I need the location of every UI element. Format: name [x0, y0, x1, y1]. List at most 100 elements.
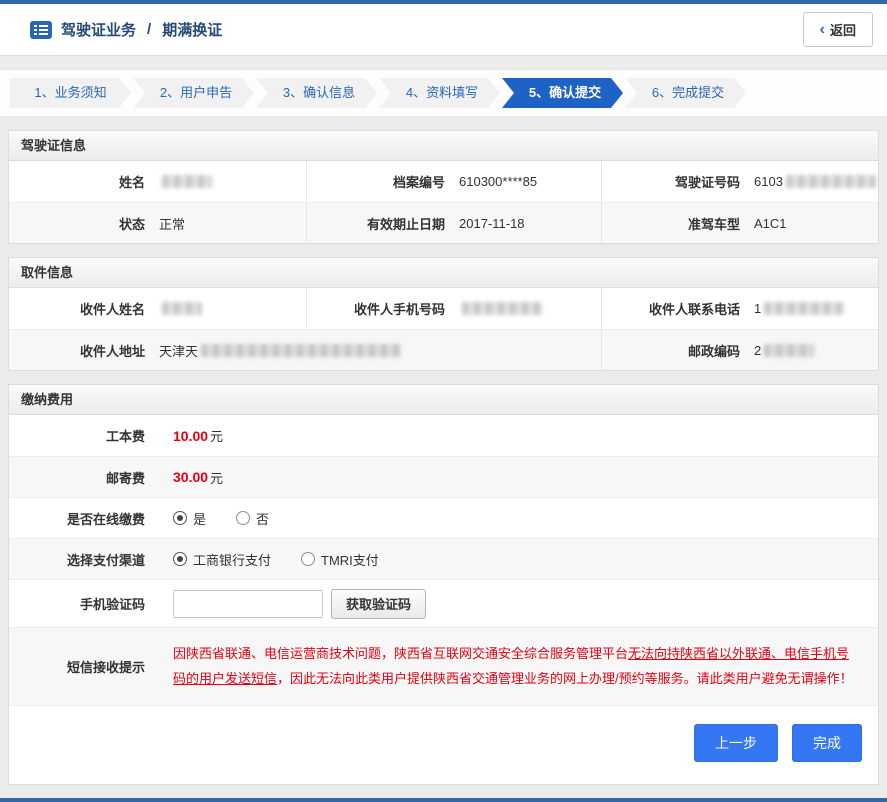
pay-online-row: 是否在线缴费 是 否	[9, 497, 878, 538]
mailing-fee-label: 邮寄费	[105, 470, 145, 486]
back-chevron-icon: ‹	[819, 20, 825, 38]
back-button-label: 返回	[829, 23, 856, 38]
pay-online-options: 是 否	[159, 498, 878, 538]
step-confirm-info: 3、确认信息	[256, 78, 377, 108]
mailing-fee-amount: 30.00	[173, 469, 209, 485]
table-row: 收件人地址 天津天 邮政编码 2	[9, 329, 878, 370]
recipient-name-label: 收件人姓名	[79, 302, 145, 317]
sms-code-input[interactable]	[173, 589, 323, 618]
sms-notice-text: 因陕西省联通、电信运营商技术问题，陕西省互联网交通安全综合服务管理平台无法向持陕…	[159, 628, 878, 705]
radio-unchecked-icon	[301, 552, 316, 566]
channel-icbc-label: 工商银行支付	[193, 552, 272, 568]
redacted-blur	[462, 302, 542, 315]
production-fee-label: 工本费	[105, 429, 145, 444]
postcode-value: 2	[754, 330, 878, 370]
finish-button[interactable]: 完成	[792, 724, 862, 763]
radio-checked-icon	[173, 552, 187, 566]
expiry-value: 2017-11-18	[459, 203, 602, 243]
file-number-label: 档案编号	[392, 175, 445, 190]
currency-unit: 元	[210, 470, 224, 486]
previous-step-button[interactable]: 上一步	[694, 724, 778, 763]
production-fee-amount: 10.00	[173, 427, 209, 444]
step-user-declaration: 2、用户申告	[133, 78, 254, 108]
address-prefix: 天津天	[159, 343, 199, 359]
recipient-phone-value: 1	[754, 288, 878, 329]
title-text: 驾驶证业务	[61, 22, 137, 39]
pay-online-yes-radio[interactable]: 是	[173, 509, 206, 528]
title-separator: /	[147, 21, 152, 38]
postcode-label: 邮政编码	[687, 343, 740, 359]
payment-channel-options: 工商银行支付 TMRI支付	[159, 539, 878, 579]
radio-checked-icon	[173, 511, 187, 525]
fees-section: 缴纳费用 工本费 10.00 元 邮寄费 30.00 元 是否在线缴费 是 否 …	[8, 384, 879, 786]
payment-channel-label: 选择支付渠道	[66, 552, 145, 568]
postcode-prefix: 2	[754, 342, 762, 358]
step-data-entry: 4、资料填写	[379, 78, 500, 108]
status-label: 状态	[118, 216, 145, 232]
address-label: 收件人地址	[79, 343, 145, 359]
subtitle-text: 期满换证	[162, 22, 223, 39]
redacted-blur	[162, 302, 202, 315]
recipient-phone-label: 收件人联系电话	[648, 302, 740, 317]
table-row: 收件人姓名 收件人手机号码 收件人联系电话 1	[9, 288, 878, 329]
license-business-icon	[30, 20, 52, 39]
vehicle-class-value: A1C1	[754, 215, 787, 231]
footer-actions: 上一步 完成	[9, 705, 878, 784]
table-row: 状态 正常 有效期止日期 2017-11-18 准驾车型 A1C1	[9, 202, 878, 243]
address-value: 天津天	[159, 330, 602, 370]
vehicle-class-label: 准驾车型	[687, 216, 740, 232]
production-fee-value: 10.00 元	[159, 415, 878, 456]
production-fee-row: 工本费 10.00 元	[9, 415, 878, 456]
header: 驾驶证业务 / 期满换证 ‹ 返回	[0, 4, 887, 56]
pickup-info-table: 收件人姓名 收件人手机号码 收件人联系电话 1 收件人地址 天津天 邮政编码 2	[9, 288, 878, 370]
payment-channel-row: 选择支付渠道 工商银行支付 TMRI支付	[9, 538, 878, 579]
pay-online-no-radio[interactable]: 否	[236, 509, 269, 528]
redacted-blur	[764, 302, 845, 315]
sms-notice-label: 短信接收提示	[66, 660, 145, 676]
recipient-mobile-label: 收件人手机号码	[353, 302, 445, 317]
license-number-prefix: 6103	[754, 174, 783, 189]
name-value	[159, 161, 307, 202]
step-complete-submit: 6、完成提交	[625, 78, 746, 108]
page-title: 驾驶证业务 / 期满换证	[30, 19, 222, 40]
pickup-info-section-title: 取件信息	[9, 258, 878, 288]
file-number-value: 610300****85	[459, 161, 602, 202]
notice-paragraph: 因陕西省联通、电信运营商技术问题，陕西省互联网交通安全综合服务管理平台无法向持陕…	[173, 632, 878, 701]
channel-tmri-radio[interactable]: TMRI支付	[301, 550, 379, 569]
channel-tmri-label: TMRI支付	[321, 552, 379, 568]
pay-online-no-label: 否	[256, 511, 270, 527]
redacted-blur	[764, 343, 815, 357]
get-code-button[interactable]: 获取验证码	[331, 588, 427, 619]
mailing-fee-row: 邮寄费 30.00 元	[9, 456, 878, 497]
sms-code-row: 手机验证码 获取验证码	[9, 579, 878, 627]
notice-pre: 因陕西省联通、电信运营商技术问题，陕西省互联网交通安全综合服务管理平台	[173, 646, 629, 661]
license-info-section: 驾驶证信息 姓名 档案编号 610300****85 驾驶证号码 6103 状态…	[8, 130, 879, 244]
radio-unchecked-icon	[236, 511, 251, 525]
pay-online-label: 是否在线缴费	[66, 511, 145, 527]
license-info-section-title: 驾驶证信息	[9, 131, 878, 161]
sms-code-label: 手机验证码	[79, 597, 145, 612]
redacted-blur	[785, 175, 876, 188]
notice-post: ，因此无法向此类用户提供陕西省交通管理业务的网上办理/预约等服务。请此类用户避免…	[277, 670, 853, 686]
step-business-notice: 1、业务须知	[10, 78, 131, 108]
license-number-label: 驾驶证号码	[674, 175, 740, 190]
currency-unit: 元	[210, 429, 224, 444]
license-info-table: 姓名 档案编号 610300****85 驾驶证号码 6103 状态 正常 有效…	[9, 161, 878, 243]
fees-table: 工本费 10.00 元 邮寄费 30.00 元 是否在线缴费 是 否 选择支付渠…	[9, 415, 878, 706]
step-confirm-submit: 5、确认提交	[502, 78, 623, 108]
status-value: 正常	[159, 203, 307, 243]
steps-bar: 1、业务须知 2、用户申告 3、确认信息 4、资料填写 5、确认提交 6、完成提…	[0, 69, 887, 117]
channel-icbc-radio[interactable]: 工商银行支付	[173, 550, 271, 569]
pay-online-yes-label: 是	[193, 511, 207, 527]
recipient-name-value	[159, 288, 307, 329]
mailing-fee-value: 30.00 元	[159, 457, 878, 497]
sms-code-field: 获取验证码	[159, 580, 878, 627]
redacted-blur	[162, 175, 212, 188]
name-label: 姓名	[118, 175, 145, 190]
redacted-blur	[201, 343, 402, 357]
fees-section-title: 缴纳费用	[9, 385, 878, 415]
license-number-value: 6103	[754, 161, 878, 202]
recipient-phone-prefix: 1	[754, 301, 762, 316]
back-button[interactable]: ‹ 返回	[802, 12, 873, 47]
expiry-label: 有效期止日期	[366, 216, 445, 232]
